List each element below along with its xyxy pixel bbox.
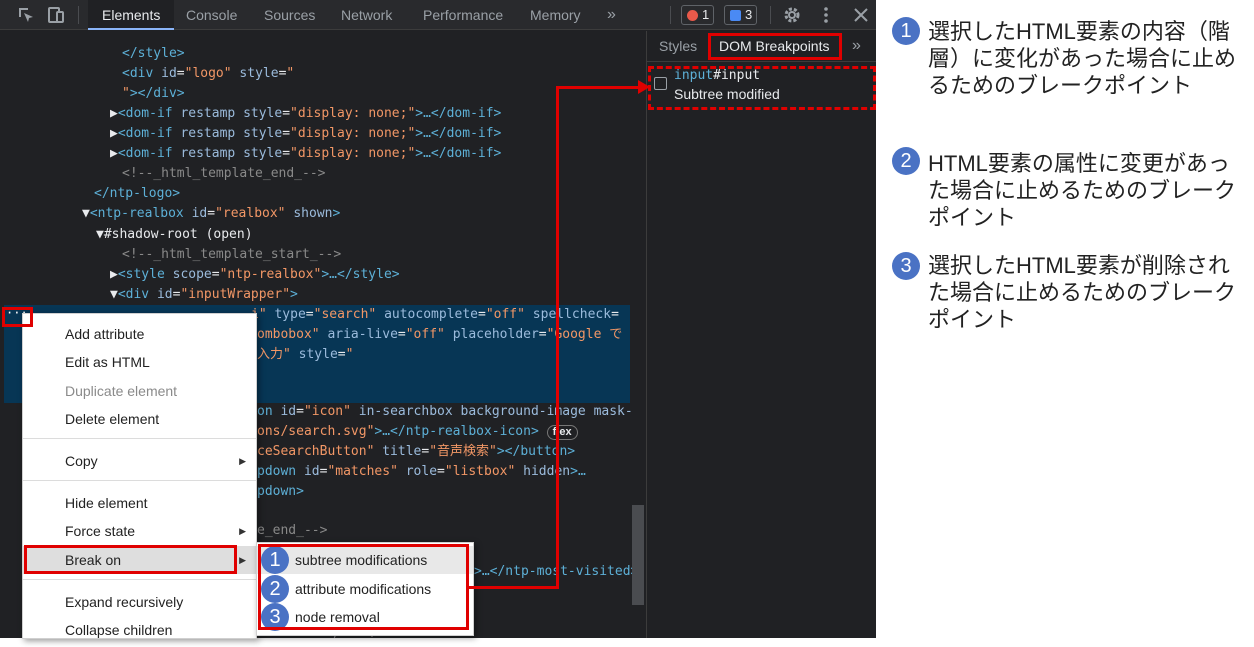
note-1-marker: 1	[892, 17, 920, 45]
dom-line[interactable]: <!--_html_template_end_-->	[122, 164, 326, 184]
menu-expand-recursively[interactable]: Expand recursively	[23, 588, 256, 616]
annotation-connector	[469, 586, 559, 589]
more-sidebar-tabs[interactable]: »	[852, 31, 861, 61]
menu-collapse-children[interactable]: Collapse children	[23, 616, 256, 644]
menu-duplicate-element[interactable]: Duplicate element	[23, 377, 256, 405]
dom-line[interactable]: pdown id="matches" role="listbox" hidden…	[257, 462, 586, 482]
annotation-submenu-options	[258, 544, 469, 630]
note-1-text: 選択したHTML要素の内容（階層）に変化があった場合に止めるためのブレークポイン…	[928, 19, 1237, 98]
note-2-marker: 2	[892, 147, 920, 175]
devtools-toolbar: Elements Console Sources Network Perform…	[0, 0, 876, 30]
note-3-text: 選択したHTML要素が削除された場合に止めるためのブレークポイント	[928, 253, 1237, 332]
submenu-arrow-icon: ▶	[239, 555, 246, 565]
dom-line[interactable]: pdown>	[257, 482, 304, 502]
note-2-text: HTML要素の属性に変更があった場合に止めるためのブレークポイント	[928, 151, 1237, 230]
settings-gear-icon[interactable]	[782, 5, 802, 25]
tab-styles[interactable]: Styles	[659, 31, 697, 61]
dom-line[interactable]: ▶<dom-if restamp style="display: none;">…	[110, 104, 501, 124]
dom-line[interactable]: <div id="logo" style="	[122, 64, 294, 84]
dom-line[interactable]: ▼#shadow-root (open)	[96, 225, 253, 245]
dom-line[interactable]: ▶<style scope="ntp-realbox">…</style>	[110, 265, 400, 285]
dom-line[interactable]: e_end_-->	[257, 521, 327, 541]
menu-copy[interactable]: Copy ▶	[23, 447, 256, 475]
dom-line-selected[interactable]: i" type="search" autocomplete="off" spel…	[251, 305, 619, 325]
dom-line[interactable]: ceSearchButton" title="音声検索"></button>	[257, 442, 575, 462]
inspect-icon[interactable]	[16, 5, 36, 25]
dom-line[interactable]: <!--_html_template_start_-->	[122, 245, 341, 265]
right-sidebar: Styles DOM Breakpoints » input#input Sub…	[646, 31, 876, 638]
submenu-arrow-icon: ▶	[239, 456, 246, 466]
tab-performance[interactable]: Performance	[423, 0, 503, 30]
note-3-marker: 3	[892, 252, 920, 280]
tab-memory[interactable]: Memory	[530, 0, 581, 30]
annotation-breakpoint-entry	[648, 66, 876, 110]
error-icon	[687, 10, 698, 21]
annotation-connector	[556, 86, 559, 589]
tab-console[interactable]: Console	[186, 0, 237, 30]
elements-scrollbar[interactable]	[632, 505, 644, 605]
menu-hide-element[interactable]: Hide element	[23, 489, 256, 517]
annotation-connector	[556, 86, 642, 89]
dom-line[interactable]: "></div>	[122, 84, 185, 104]
close-icon[interactable]	[851, 5, 871, 25]
dom-line-selected[interactable]: ombobox" aria-live="off" placeholder="Go…	[257, 325, 622, 345]
dom-line[interactable]: ▼<div id="inputWrapper">	[110, 285, 298, 305]
annotation-break-on-item	[24, 545, 237, 574]
dom-line[interactable]: </style>	[122, 44, 185, 64]
context-menu: Add attribute Edit as HTML Duplicate ele…	[22, 313, 257, 639]
dom-line[interactable]: on id="icon" in-searchbox background-ima…	[257, 402, 633, 422]
dom-line-selected[interactable]: 入力" style="	[257, 345, 353, 365]
menu-force-state[interactable]: Force state ▶	[23, 517, 256, 545]
dom-line[interactable]: ▼<ntp-realbox id="realbox" shown>	[82, 204, 340, 224]
menu-edit-as-html[interactable]: Edit as HTML	[23, 348, 256, 376]
dom-line[interactable]: ▶<dom-if restamp style="display: none;">…	[110, 124, 501, 144]
dom-line[interactable]: ▶<dom-if restamp style="display: none;">…	[110, 144, 501, 164]
menu-add-attribute[interactable]: Add attribute	[23, 320, 256, 348]
flex-badge[interactable]: flex	[546, 425, 578, 440]
messages-badge[interactable]: 3	[724, 5, 758, 25]
tab-elements[interactable]: Elements	[88, 0, 175, 30]
errors-badge[interactable]: 1	[681, 5, 715, 25]
dom-line[interactable]: ons/search.svg">…</ntp-realbox-icon> fle…	[257, 422, 578, 442]
annotation-arrowhead-icon	[638, 80, 650, 94]
annotation-dom-breakpoints-tab	[708, 33, 842, 60]
menu-delete-element[interactable]: Delete element	[23, 405, 256, 433]
tab-sources[interactable]: Sources	[264, 0, 315, 30]
message-icon	[730, 10, 741, 21]
tab-network[interactable]: Network	[341, 0, 392, 30]
annotation-ellipsis-highlight	[2, 307, 33, 327]
device-toolbar-icon[interactable]	[46, 5, 66, 25]
kebab-menu-icon[interactable]	[816, 5, 836, 25]
dom-line[interactable]: </ntp-logo>	[94, 184, 180, 204]
submenu-arrow-icon: ▶	[239, 526, 246, 536]
more-tabs-chevron[interactable]: »	[607, 0, 616, 30]
